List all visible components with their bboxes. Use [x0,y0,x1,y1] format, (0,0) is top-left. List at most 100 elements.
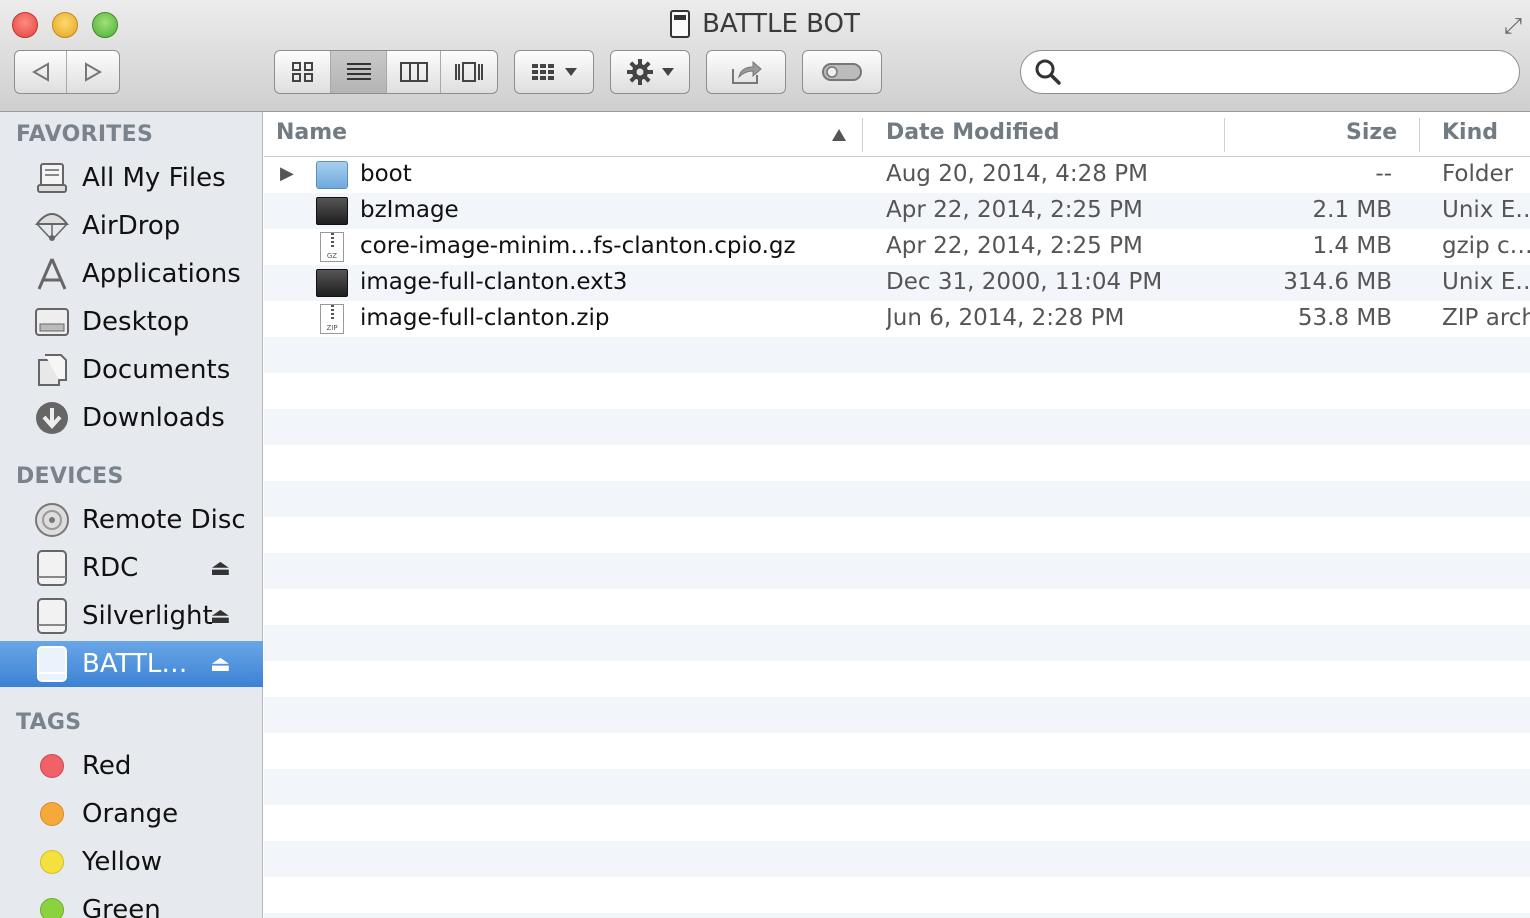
file-date: Apr 22, 2014, 2:25 PM [886,233,1143,259]
cover-flow-icon [455,62,483,82]
cover-flow-view-button[interactable] [441,51,497,93]
empty-row [264,661,1530,697]
file-size: 314.6 MB [1283,269,1392,295]
sidebar-item-label: Orange [82,799,179,829]
search-field[interactable] [1020,50,1520,94]
eject-icon[interactable]: ⏏ [210,604,231,629]
column-header-size[interactable]: Size [1346,120,1397,145]
remote-disc-icon [32,500,72,540]
file-kind: gzip c… [1442,233,1530,259]
file-kind: Unix E… [1442,197,1530,223]
sidebar-item-silverlight[interactable]: Silverlight ⏏ [0,593,263,639]
column-header-kind[interactable]: Kind [1442,120,1498,145]
column-header-date[interactable]: Date Modified [886,120,1059,145]
gz-archive-icon [320,232,344,262]
sidebar-item-label: RDC [82,553,139,583]
icon-view-icon [291,62,313,82]
sidebar-item-remote-disc[interactable]: Remote Disc [0,497,263,543]
view-mode-control [274,50,498,94]
search-input[interactable] [1071,60,1511,84]
eject-icon[interactable]: ⏏ [210,556,231,581]
file-name: boot [360,161,412,187]
sidebar-item-label: Documents [82,355,231,385]
file-kind: Folder [1442,161,1514,187]
share-icon [732,60,762,84]
empty-row [264,697,1530,733]
file-size: 53.8 MB [1297,305,1392,331]
green-tag-icon [32,890,72,918]
table-row[interactable]: image-full-clanton.ext3 Dec 31, 2000, 11… [264,265,1530,301]
file-size: 2.1 MB [1312,197,1392,223]
empty-row [264,805,1530,841]
file-name: core-image-minim…fs-clanton.cpio.gz [360,233,796,259]
forward-arrow-icon [85,62,102,82]
sidebar-item-label: Silverlight [82,601,213,631]
edit-tags-button[interactable] [802,50,882,94]
sidebar-item-documents[interactable]: Documents [0,347,263,393]
documents-icon [32,350,72,390]
column-divider[interactable] [862,118,863,152]
column-divider[interactable] [1224,118,1225,152]
file-date: Aug 20, 2014, 4:28 PM [886,161,1148,187]
back-arrow-icon [31,62,49,82]
empty-row [264,445,1530,481]
sidebar-item-downloads[interactable]: Downloads [0,395,263,441]
share-button[interactable] [706,50,786,94]
window-title: BATTLE BOT [702,9,860,39]
table-row[interactable]: core-image-minim…fs-clanton.cpio.gz Apr … [264,229,1530,265]
file-date: Jun 6, 2014, 2:28 PM [886,305,1125,331]
sidebar-item-label: Downloads [82,403,225,433]
file-list: Name Date Modified Size Kind ▶ boot Aug … [264,112,1530,918]
sidebar-item-all-my-files[interactable]: All My Files [0,155,263,201]
table-row[interactable]: image-full-clanton.zip Jun 6, 2014, 2:28… [264,301,1530,337]
sort-ascending-icon [832,129,846,141]
sidebar-item-tag-yellow[interactable]: Yellow [0,839,263,885]
forward-button[interactable] [67,51,119,93]
yellow-tag-icon [32,842,72,882]
drive-icon [32,548,72,588]
zip-archive-icon [320,304,344,334]
empty-row [264,517,1530,553]
window-title-bar: BATTLE BOT [0,6,1530,42]
desktop-icon [32,302,72,342]
sidebar-item-airdrop[interactable]: AirDrop [0,203,263,249]
file-kind: Unix E… [1442,269,1530,295]
back-button[interactable] [15,51,67,93]
chevron-down-icon [565,68,577,76]
eject-icon[interactable]: ⏏ [210,652,231,677]
action-menu-button[interactable] [610,50,690,94]
sidebar-item-applications[interactable]: Applications [0,251,263,297]
empty-row [264,409,1530,445]
sidebar-item-label: BATTL… [82,649,188,679]
column-divider[interactable] [1419,118,1420,152]
empty-row [264,733,1530,769]
sidebar-item-tag-red[interactable]: Red [0,743,263,789]
sidebar-item-desktop[interactable]: Desktop [0,299,263,345]
file-date: Apr 22, 2014, 2:25 PM [886,197,1143,223]
disclosure-triangle-icon[interactable]: ▶ [280,163,294,184]
chevron-down-icon [662,68,674,76]
column-view-button[interactable] [387,51,441,93]
table-row[interactable]: ▶ boot Aug 20, 2014, 4:28 PM -- Folder [264,157,1530,193]
applications-icon [32,254,72,294]
drive-icon [670,10,691,38]
empty-row [264,877,1530,913]
sidebar-item-rdc[interactable]: RDC ⏏ [0,545,263,591]
file-size: 1.4 MB [1312,233,1392,259]
search-icon [1035,59,1061,85]
icon-view-button[interactable] [275,51,331,93]
all-my-files-icon [32,158,72,198]
empty-row [264,481,1530,517]
sidebar-item-label: All My Files [82,163,226,193]
list-view-button[interactable] [331,51,387,93]
fullscreen-icon[interactable]: ⤢ [1500,14,1526,40]
arrange-menu-button[interactable] [514,50,594,94]
sidebar-item-battle-bot[interactable]: BATTL… ⏏ [0,641,263,687]
empty-row [264,841,1530,877]
column-header-row: Name Date Modified Size Kind [264,112,1530,157]
sidebar-item-tag-orange[interactable]: Orange [0,791,263,837]
back-forward-control [14,50,120,94]
table-row[interactable]: bzImage Apr 22, 2014, 2:25 PM 2.1 MB Uni… [264,193,1530,229]
column-header-name[interactable]: Name [276,120,347,145]
sidebar-item-tag-green[interactable]: Green [0,887,263,918]
